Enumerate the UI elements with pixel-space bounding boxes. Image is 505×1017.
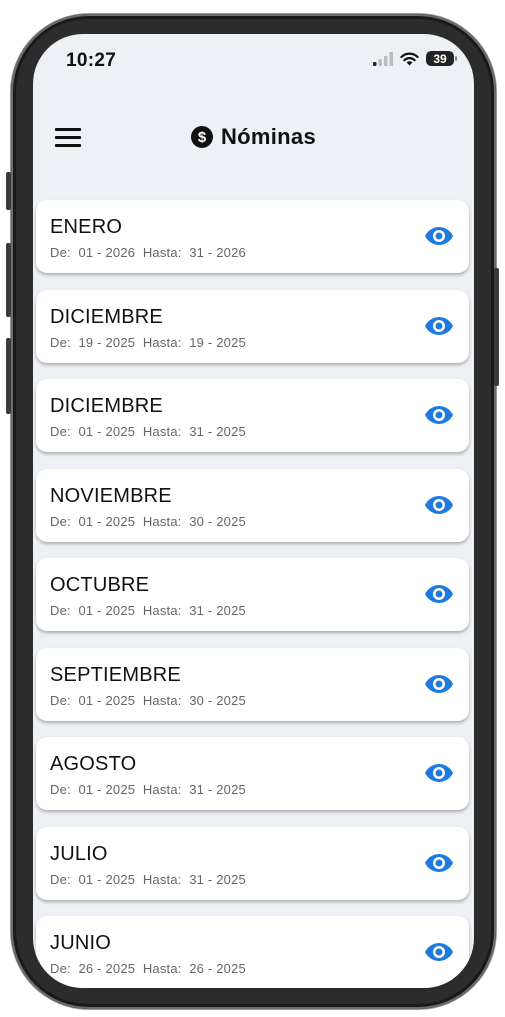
eye-icon[interactable]: [424, 851, 454, 875]
payroll-date-range: De: 01 - 2025 Hasta: 31 - 2025: [50, 424, 246, 439]
cellular-signal-icon: [373, 51, 393, 66]
eye-icon[interactable]: [424, 940, 454, 964]
payroll-card[interactable]: JUNIO De: 26 - 2025 Hasta: 26 - 2025: [36, 916, 469, 988]
payroll-card[interactable]: SEPTIEMBRE De: 01 - 2025 Hasta: 30 - 202…: [36, 648, 469, 721]
payroll-month: ENERO: [50, 216, 123, 238]
eye-icon[interactable]: [424, 224, 454, 248]
payroll-month: AGOSTO: [50, 753, 137, 775]
eye-icon[interactable]: [424, 761, 454, 785]
battery-icon: 39: [426, 51, 457, 66]
status-icons: 39: [373, 51, 457, 66]
payroll-card[interactable]: AGOSTO De: 01 - 2025 Hasta: 31 - 2025: [36, 737, 469, 810]
payroll-card[interactable]: DICIEMBRE De: 01 - 2025 Hasta: 31 - 2025: [36, 379, 469, 452]
payroll-month: DICIEMBRE: [50, 306, 163, 328]
phone-volume-down-button: [6, 338, 11, 414]
eye-icon[interactable]: [424, 314, 454, 338]
payroll-month: OCTUBRE: [50, 574, 150, 596]
status-bar: 10:27 39: [33, 34, 474, 84]
payroll-card[interactable]: ENERO De: 01 - 2026 Hasta: 31 - 2026: [36, 200, 469, 273]
eye-icon[interactable]: [424, 672, 454, 696]
payroll-month: JULIO: [50, 843, 108, 865]
app-header: $ Nóminas: [33, 122, 474, 158]
svg-text:$: $: [198, 129, 207, 146]
phone-power-button: [494, 268, 499, 386]
eye-icon[interactable]: [424, 493, 454, 517]
payroll-date-range: De: 01 - 2025 Hasta: 31 - 2025: [50, 872, 246, 887]
payroll-date-range: De: 01 - 2026 Hasta: 31 - 2026: [50, 245, 246, 260]
payroll-date-range: De: 01 - 2025 Hasta: 31 - 2025: [50, 782, 246, 797]
phone-action-button: [6, 172, 11, 210]
phone-volume-up-button: [6, 243, 11, 317]
page-title-group: $ Nóminas: [33, 124, 474, 150]
payroll-card[interactable]: OCTUBRE De: 01 - 2025 Hasta: 31 - 2025: [36, 558, 469, 631]
payroll-month: DICIEMBRE: [50, 395, 163, 417]
payroll-card[interactable]: JULIO De: 01 - 2025 Hasta: 31 - 2025: [36, 827, 469, 900]
eye-icon[interactable]: [424, 403, 454, 427]
app-screen: 10:27 39 $ Nóminas ENERO De: 01 - 2026 H…: [33, 34, 474, 988]
eye-icon[interactable]: [424, 582, 454, 606]
payroll-date-range: De: 19 - 2025 Hasta: 19 - 2025: [50, 335, 246, 350]
payroll-date-range: De: 01 - 2025 Hasta: 30 - 2025: [50, 693, 246, 708]
payroll-date-range: De: 01 - 2025 Hasta: 30 - 2025: [50, 514, 246, 529]
payroll-month: JUNIO: [50, 932, 111, 954]
status-time: 10:27: [66, 50, 117, 71]
battery-level: 39: [433, 51, 447, 66]
wifi-icon: [400, 52, 419, 65]
payroll-date-range: De: 26 - 2025 Hasta: 26 - 2025: [50, 961, 246, 976]
payroll-card[interactable]: DICIEMBRE De: 19 - 2025 Hasta: 19 - 2025: [36, 290, 469, 363]
payroll-month: SEPTIEMBRE: [50, 664, 181, 686]
payroll-date-range: De: 01 - 2025 Hasta: 31 - 2025: [50, 603, 246, 618]
dollar-circle-icon: $: [190, 126, 213, 148]
payroll-card[interactable]: NOVIEMBRE De: 01 - 2025 Hasta: 30 - 2025: [36, 469, 469, 542]
page-title: Nóminas: [220, 124, 316, 149]
payroll-month: NOVIEMBRE: [50, 485, 172, 507]
